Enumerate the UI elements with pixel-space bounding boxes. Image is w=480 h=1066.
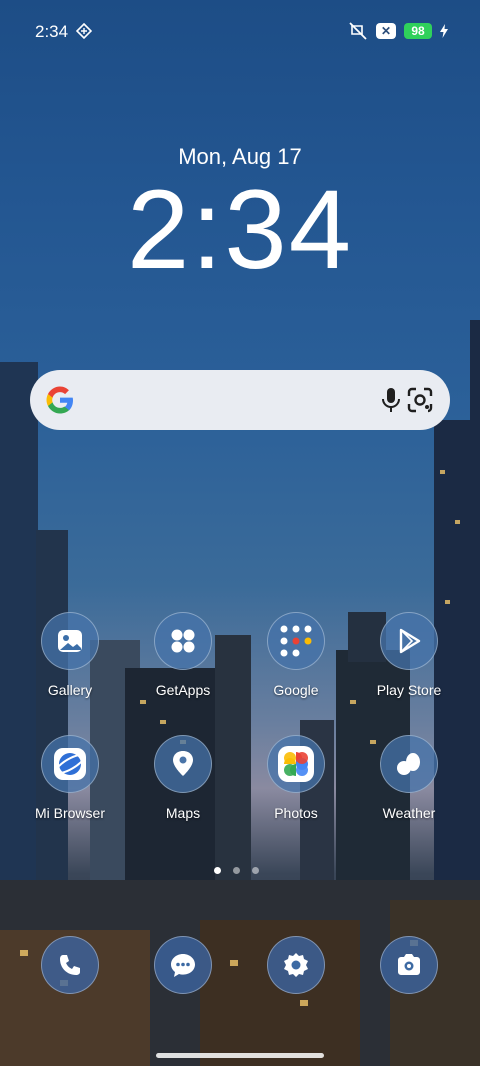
app-label: Gallery bbox=[47, 682, 93, 698]
app-label: Mi Browser bbox=[34, 805, 105, 821]
dock-camera[interactable] bbox=[359, 936, 459, 994]
app-getapps[interactable]: GetApps bbox=[133, 612, 233, 698]
app-photos[interactable]: Photos bbox=[246, 735, 346, 821]
play-store-icon bbox=[380, 612, 438, 670]
app-maps[interactable]: Maps bbox=[133, 735, 233, 821]
sync-icon bbox=[76, 23, 92, 39]
page-indicator bbox=[214, 867, 259, 874]
app-label: Weather bbox=[382, 805, 436, 821]
lens-icon[interactable] bbox=[406, 386, 434, 414]
vibrate-mute-icon bbox=[349, 22, 367, 40]
dock-phone[interactable] bbox=[20, 936, 120, 994]
page-dot-active bbox=[214, 867, 221, 874]
x-badge-icon: ✕ bbox=[376, 23, 396, 39]
camera-icon bbox=[380, 936, 438, 994]
status-bar: 2:34 ✕ 98 bbox=[0, 0, 480, 62]
mic-icon[interactable] bbox=[380, 386, 402, 414]
gallery-icon bbox=[41, 612, 99, 670]
app-label: Google bbox=[273, 682, 319, 698]
mi-browser-icon bbox=[41, 735, 99, 793]
app-label: GetApps bbox=[155, 682, 211, 698]
app-mi-browser[interactable]: Mi Browser bbox=[20, 735, 120, 821]
app-play-store[interactable]: Play Store bbox=[359, 612, 459, 698]
maps-icon bbox=[154, 735, 212, 793]
messages-icon bbox=[154, 936, 212, 994]
app-label: Maps bbox=[165, 805, 201, 821]
google-folder-icon bbox=[267, 612, 325, 670]
status-icons: ✕ 98 bbox=[348, 22, 448, 40]
clock-widget[interactable]: 2:34 bbox=[0, 168, 480, 291]
page-dot bbox=[233, 867, 240, 874]
status-time: 2:34 bbox=[35, 22, 69, 41]
app-gallery[interactable]: Gallery bbox=[20, 612, 120, 698]
weather-icon bbox=[380, 735, 438, 793]
dock-messages[interactable] bbox=[133, 936, 233, 994]
google-logo-icon bbox=[46, 386, 73, 414]
getapps-icon bbox=[154, 612, 212, 670]
app-label: Play Store bbox=[376, 682, 442, 698]
photos-icon bbox=[267, 735, 325, 793]
app-google-folder[interactable]: Google bbox=[246, 612, 346, 698]
google-search-bar[interactable] bbox=[30, 370, 450, 430]
app-label: Photos bbox=[274, 805, 318, 821]
battery-indicator: 98 bbox=[404, 23, 432, 39]
charging-icon bbox=[440, 24, 448, 38]
page-dot bbox=[252, 867, 259, 874]
settings-icon bbox=[267, 936, 325, 994]
app-weather[interactable]: Weather bbox=[359, 735, 459, 821]
dock-settings[interactable] bbox=[246, 936, 346, 994]
phone-icon bbox=[41, 936, 99, 994]
gesture-nav-handle[interactable] bbox=[156, 1053, 324, 1058]
